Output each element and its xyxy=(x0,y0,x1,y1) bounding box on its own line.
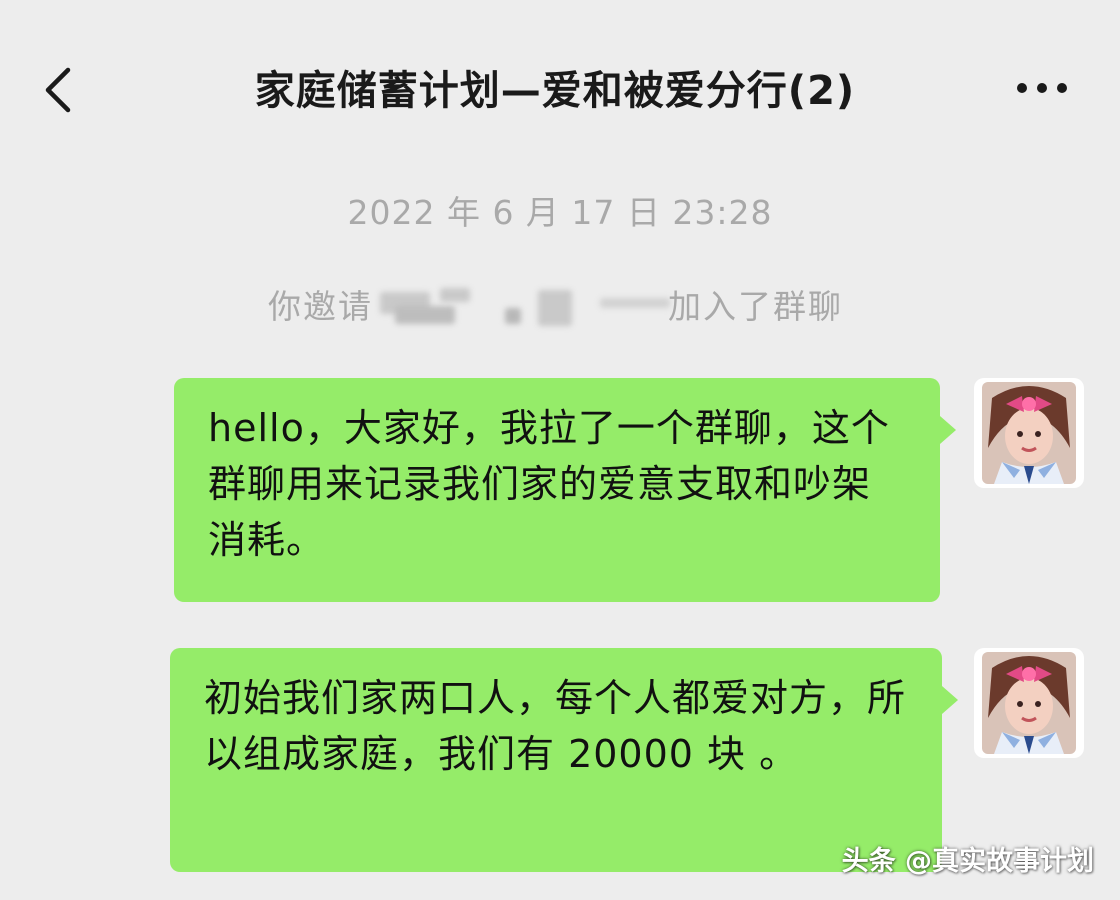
back-button[interactable] xyxy=(36,62,86,118)
chevron-left-icon xyxy=(45,67,71,113)
message-bubble[interactable]: 初始我们家两口人，每个人都爱对方，所以组成家庭，我们有 20000 块 。 xyxy=(170,648,942,872)
more-button[interactable] xyxy=(1010,70,1074,106)
message-timestamp: 2022 年 6 月 17 日 23:28 xyxy=(347,193,773,232)
bubble-tail xyxy=(940,416,956,444)
bubble-tail xyxy=(942,686,958,714)
chat-title: 家庭储蓄计划—爱和被爱分行(2) xyxy=(254,68,856,114)
chat-screen: 家庭储蓄计划—爱和被爱分行(2) 2022 年 6 月 17 日 23:28 你… xyxy=(0,0,1120,900)
avatar[interactable] xyxy=(974,378,1084,488)
system-notice-suffix: 加入了群聊 xyxy=(668,287,843,326)
system-notice-prefix: 你邀请 xyxy=(268,287,373,326)
chat-header: 家庭储蓄计划—爱和被爱分行(2) xyxy=(0,0,1120,175)
watermark: 头条 @真实故事计划 xyxy=(841,846,1094,877)
message-text: hello，大家好，我拉了一个群聊，这个群聊用来记录我们家的爱意支取和吵架消耗。 xyxy=(208,406,890,562)
more-dots-icon xyxy=(1017,83,1067,93)
message-text: 初始我们家两口人，每个人都爱对方，所以组成家庭，我们有 20000 块 。 xyxy=(204,676,907,776)
avatar[interactable] xyxy=(974,648,1084,758)
message-bubble[interactable]: hello，大家好，我拉了一个群聊，这个群聊用来记录我们家的爱意支取和吵架消耗。 xyxy=(174,378,940,602)
system-notice: 你邀请 加入了群聊 xyxy=(0,278,1120,328)
